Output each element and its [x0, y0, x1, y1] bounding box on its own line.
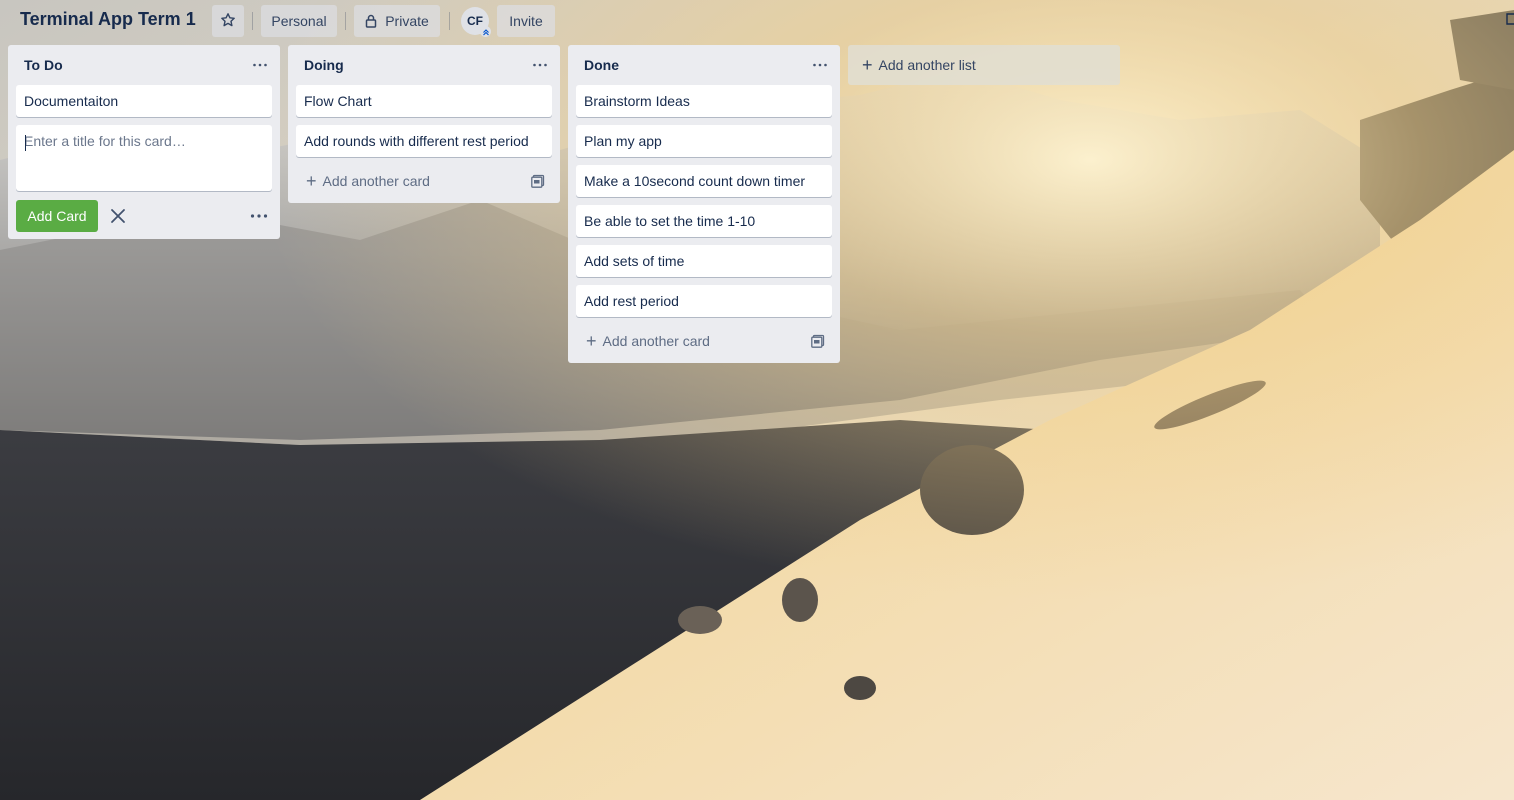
list-card[interactable]: Add sets of time: [576, 245, 832, 277]
list-card[interactable]: Make a 10second count down timer: [576, 165, 832, 197]
more-horizontal-icon: [250, 214, 268, 218]
list-menu-button[interactable]: [248, 53, 272, 77]
card-template-icon: [811, 334, 825, 348]
add-another-card-button[interactable]: + Add another card: [576, 327, 710, 355]
list-card[interactable]: Plan my app: [576, 125, 832, 157]
list-card[interactable]: Add rounds with different rest period: [296, 125, 552, 157]
more-horizontal-icon: [253, 63, 267, 67]
list-card[interactable]: Add rest period: [576, 285, 832, 317]
add-card-button[interactable]: Add Card: [16, 200, 98, 232]
cancel-composer-button[interactable]: [108, 204, 128, 228]
lock-icon: [365, 14, 377, 28]
member-avatar[interactable]: CF: [461, 7, 491, 37]
board-header: Terminal App Term 1 Personal Private CF …: [0, 0, 1514, 44]
list-menu-button[interactable]: [528, 53, 552, 77]
add-another-card-button[interactable]: + Add another card: [296, 167, 430, 195]
add-card-label: Add another card: [322, 173, 430, 189]
admin-chevron-icon: [480, 26, 491, 37]
list-done: Done Brainstorm Ideas Plan my app Make a…: [568, 45, 840, 363]
more-horizontal-icon: [533, 63, 547, 67]
add-another-list-button[interactable]: + Add another list: [848, 45, 1120, 85]
list-to-do: To Do Documentaiton Add Card: [8, 45, 280, 239]
star-board-button[interactable]: [212, 5, 244, 37]
create-from-template-button[interactable]: [810, 333, 826, 349]
composer-options-button[interactable]: [246, 203, 272, 229]
more-horizontal-icon: [813, 63, 827, 67]
list-card[interactable]: Flow Chart: [296, 85, 552, 117]
list-doing: Doing Flow Chart Add rounds with differe…: [288, 45, 560, 203]
plus-icon: +: [586, 331, 597, 351]
list-title[interactable]: To Do: [24, 57, 63, 73]
header-divider: [345, 12, 346, 30]
add-list-label: Add another list: [878, 57, 976, 73]
card-template-icon: [531, 174, 545, 188]
workspace-visibility-button[interactable]: Personal: [261, 5, 337, 37]
header-divider: [252, 12, 253, 30]
close-icon: [111, 209, 125, 223]
add-card-label: Add another card: [602, 333, 710, 349]
card-title-input[interactable]: [16, 125, 272, 191]
list-menu-button[interactable]: [808, 53, 832, 77]
header-divider: [449, 12, 450, 30]
list-card[interactable]: Documentaiton: [16, 85, 272, 117]
privacy-button[interactable]: Private: [354, 5, 440, 37]
privacy-label: Private: [385, 13, 429, 29]
star-icon: [220, 12, 236, 31]
text-caret: [25, 135, 26, 151]
member-initials: CF: [467, 14, 483, 28]
menu-edge-icon[interactable]: [1504, 12, 1514, 26]
plus-icon: +: [862, 55, 873, 75]
list-title[interactable]: Doing: [304, 57, 344, 73]
invite-button[interactable]: Invite: [497, 5, 555, 37]
create-from-template-button[interactable]: [530, 173, 546, 189]
card-composer: [16, 125, 272, 191]
list-card[interactable]: Brainstorm Ideas: [576, 85, 832, 117]
board-title[interactable]: Terminal App Term 1: [20, 9, 196, 30]
list-card[interactable]: Be able to set the time 1-10: [576, 205, 832, 237]
list-title[interactable]: Done: [584, 57, 619, 73]
plus-icon: +: [306, 171, 317, 191]
